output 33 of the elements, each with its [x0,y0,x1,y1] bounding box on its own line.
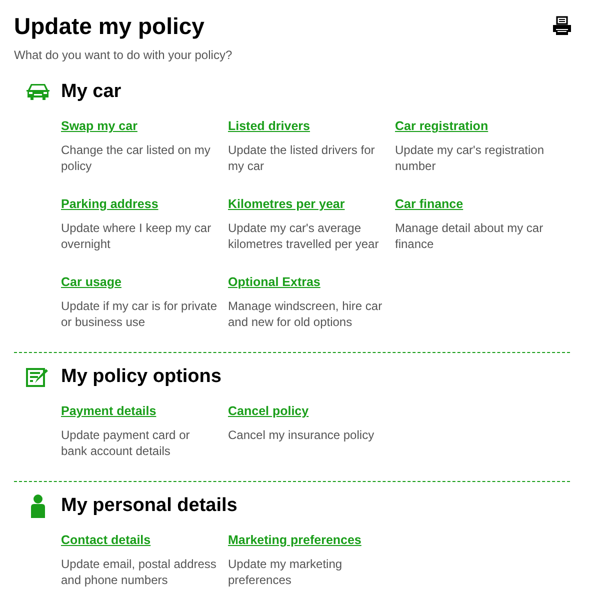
option-description: Update email, postal address and phone numbers [61,556,218,588]
section-heading: My policy options [61,365,222,389]
option-link[interactable]: Car usage [61,275,122,289]
option-link[interactable]: Swap my car [61,119,138,133]
option-description: Update payment card or bank account details [61,427,191,459]
car-icon [26,82,50,102]
option-description: Cancel my insurance policy [228,427,376,443]
option-description: Change the car listed on my policy [61,142,212,174]
option-link[interactable]: Optional Extras [228,275,320,289]
option-link[interactable]: Car finance [395,197,464,211]
option-description: Update my car's registration number [395,142,546,174]
option-description: Update if my car is for private or business use [61,298,218,330]
page-subtitle: What do you want to do with your policy? [14,47,234,64]
option-link[interactable]: Marketing preferences [228,533,362,547]
person-icon [30,494,46,518]
option-description: Update my car's average kilometres travelled per year [228,220,380,252]
option-link[interactable]: Payment details [61,404,156,418]
option-link[interactable]: Cancel policy [228,404,309,418]
option-description: Manage windscreen, hire car and new for old options [228,298,384,330]
print-icon[interactable] [552,16,572,36]
section-heading: My personal details [61,494,238,518]
page-title: Update my policy [14,12,204,40]
option-description: Manage detail about my car finance [395,220,544,252]
section-heading: My car [61,80,122,104]
option-link[interactable]: Contact details [61,533,151,547]
option-link[interactable]: Kilometres per year [228,197,345,211]
option-link[interactable]: Car registration [395,119,488,133]
edit-form-icon [26,366,50,388]
option-link[interactable]: Listed drivers [228,119,310,133]
option-link[interactable]: Parking address [61,197,158,211]
option-description: Update my marketing preferences [228,556,344,588]
option-description: Update where I keep my car overnight [61,220,212,252]
option-description: Update the listed drivers for my car [228,142,376,174]
